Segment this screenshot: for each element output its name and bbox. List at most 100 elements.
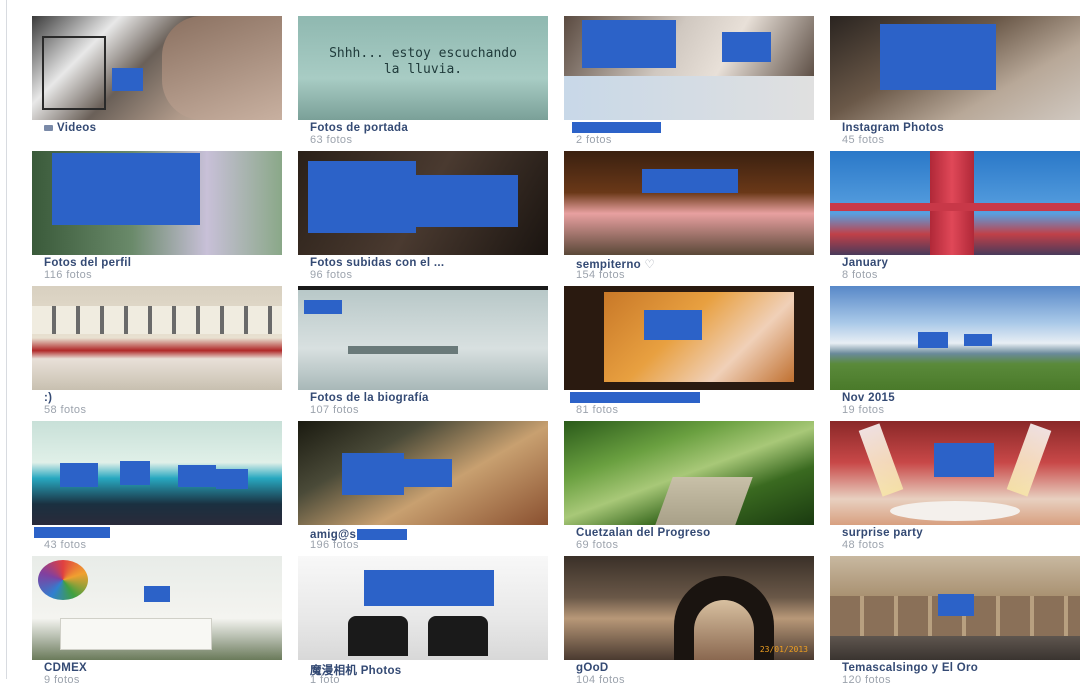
album-thumbnail[interactable] [32,16,282,120]
album-count: 48 fotos [842,539,885,551]
album-title[interactable]: gOoD [576,662,609,674]
album-thumbnail[interactable] [830,421,1080,525]
album-title[interactable]: Videos [44,122,96,134]
album-card-redacted-2[interactable]: 81 fotos [564,286,814,418]
album-thumbnail[interactable] [830,556,1080,660]
album-count: 8 fotos [842,269,878,281]
album-card-instagram-photos[interactable]: Instagram Photos 45 fotos [830,16,1080,148]
album-card-fotos-subidas[interactable]: Fotos subidas con el ... 96 fotos [298,151,548,283]
album-title[interactable]: Instagram Photos [842,122,944,134]
album-title[interactable]: Nov 2015 [842,392,895,404]
redaction-box [404,459,452,487]
redaction-box [918,332,948,348]
redaction-box [120,461,150,485]
album-thumbnail[interactable] [830,151,1080,255]
album-card-nov-2015[interactable]: Nov 2015 19 fotos [830,286,1080,418]
album-card-cuetzalan[interactable]: Cuetzalan del Progreso 69 fotos [564,421,814,553]
album-card-momanxiangji[interactable]: 魔漫相机 Photos 1 foto [298,556,548,688]
album-count: 81 fotos [576,404,619,416]
album-count: 96 fotos [310,269,353,281]
photo-date-stamp: 23/01/2013 [759,645,808,654]
album-thumbnail[interactable]: Shhh... estoy escuchando la lluvia. [298,16,548,120]
redaction-box [938,594,974,616]
album-thumbnail[interactable] [298,421,548,525]
album-title[interactable]: Cuetzalan del Progreso [576,527,710,539]
album-title[interactable]: Fotos de la biografía [310,392,429,404]
redacted-title-part [357,529,408,540]
album-card-amigos[interactable]: amig@s 196 fotos [298,421,548,553]
video-camera-icon [44,124,53,131]
album-thumbnail[interactable] [298,556,548,660]
album-card-smiley[interactable]: :) 58 fotos [32,286,282,418]
album-title[interactable]: surprise party [842,527,923,539]
content-border [6,0,7,679]
album-thumbnail[interactable] [830,16,1080,120]
album-title[interactable]: CDMEX [44,662,87,674]
redaction-box [60,463,98,487]
album-count: 154 fotos [576,269,625,281]
redaction-box [964,334,992,346]
album-card-good[interactable]: 23/01/2013 gOoD 104 fotos [564,556,814,688]
album-card-videos[interactable]: Videos [32,16,282,148]
album-thumbnail[interactable] [298,151,548,255]
album-card-fotos-del-perfil[interactable]: Fotos del perfil 116 fotos [32,151,282,283]
album-title[interactable]: Fotos subidas con el ... [310,257,444,269]
album-count: 196 fotos [310,539,359,551]
album-count: 1 foto [310,674,340,686]
album-count: 9 fotos [44,674,80,686]
album-thumbnail[interactable] [32,151,282,255]
album-card-surprise-party[interactable]: surprise party 48 fotos [830,421,1080,553]
album-thumbnail[interactable] [830,286,1080,390]
redaction-box [364,570,430,606]
album-card-redacted-3[interactable]: 43 fotos [32,421,282,553]
redaction-box [722,32,771,62]
album-count: 116 fotos [44,269,93,281]
redaction-box [582,20,676,68]
album-count: 2 fotos [576,134,612,146]
redaction-box [644,310,702,340]
album-title[interactable]: Fotos de portada [310,122,408,134]
album-title[interactable]: Temascalsingo y El Oro [842,662,978,674]
album-count: 63 fotos [310,134,353,146]
album-card-january[interactable]: January 8 fotos [830,151,1080,283]
redaction-box [144,586,170,602]
album-card-temascalsingo[interactable]: Temascalsingo y El Oro 120 fotos [830,556,1080,688]
heart-icon: ♡ [644,259,656,271]
album-card-redacted-1[interactable]: 2 fotos [564,16,814,148]
album-count: 43 fotos [44,539,87,551]
album-thumbnail[interactable] [32,556,282,660]
album-thumbnail[interactable] [564,286,814,390]
redaction-box [112,68,143,91]
album-title[interactable]: :) [44,392,52,404]
thumbnail-handwriting: Shhh... estoy escuchando la lluvia. [329,46,517,77]
album-thumbnail[interactable] [32,421,282,525]
album-thumbnail[interactable] [298,286,548,390]
album-title[interactable]: January [842,257,888,269]
redaction-box [216,469,248,489]
album-thumbnail[interactable] [564,151,814,255]
album-thumbnail[interactable] [32,286,282,390]
redaction-box [642,169,738,193]
album-thumbnail[interactable]: 23/01/2013 [564,556,814,660]
redaction-box [430,570,494,606]
album-count: 19 fotos [842,404,885,416]
album-count: 120 fotos [842,674,891,686]
album-card-cdmex[interactable]: CDMEX 9 fotos [32,556,282,688]
redaction-box [178,465,216,487]
album-card-fotos-de-portada[interactable]: Shhh... estoy escuchando la lluvia. Foto… [298,16,548,148]
photo-albums-page: Videos Shhh... estoy escuchando la lluvi… [0,0,1087,686]
redaction-box [52,153,200,225]
album-thumbnail[interactable] [564,16,814,120]
album-card-fotos-de-la-biografia[interactable]: Fotos de la biografía 107 fotos [298,286,548,418]
redaction-box [416,175,518,227]
album-count: 45 fotos [842,134,885,146]
album-thumbnail[interactable] [564,421,814,525]
redacted-title [570,392,700,403]
redacted-title [572,122,661,133]
redaction-box [880,24,996,90]
album-card-sempiterno[interactable]: sempiterno ♡ 154 fotos [564,151,814,283]
album-title[interactable]: Fotos del perfil [44,257,131,269]
album-count: 107 fotos [310,404,359,416]
album-count: 58 fotos [44,404,87,416]
album-count: 69 fotos [576,539,619,551]
